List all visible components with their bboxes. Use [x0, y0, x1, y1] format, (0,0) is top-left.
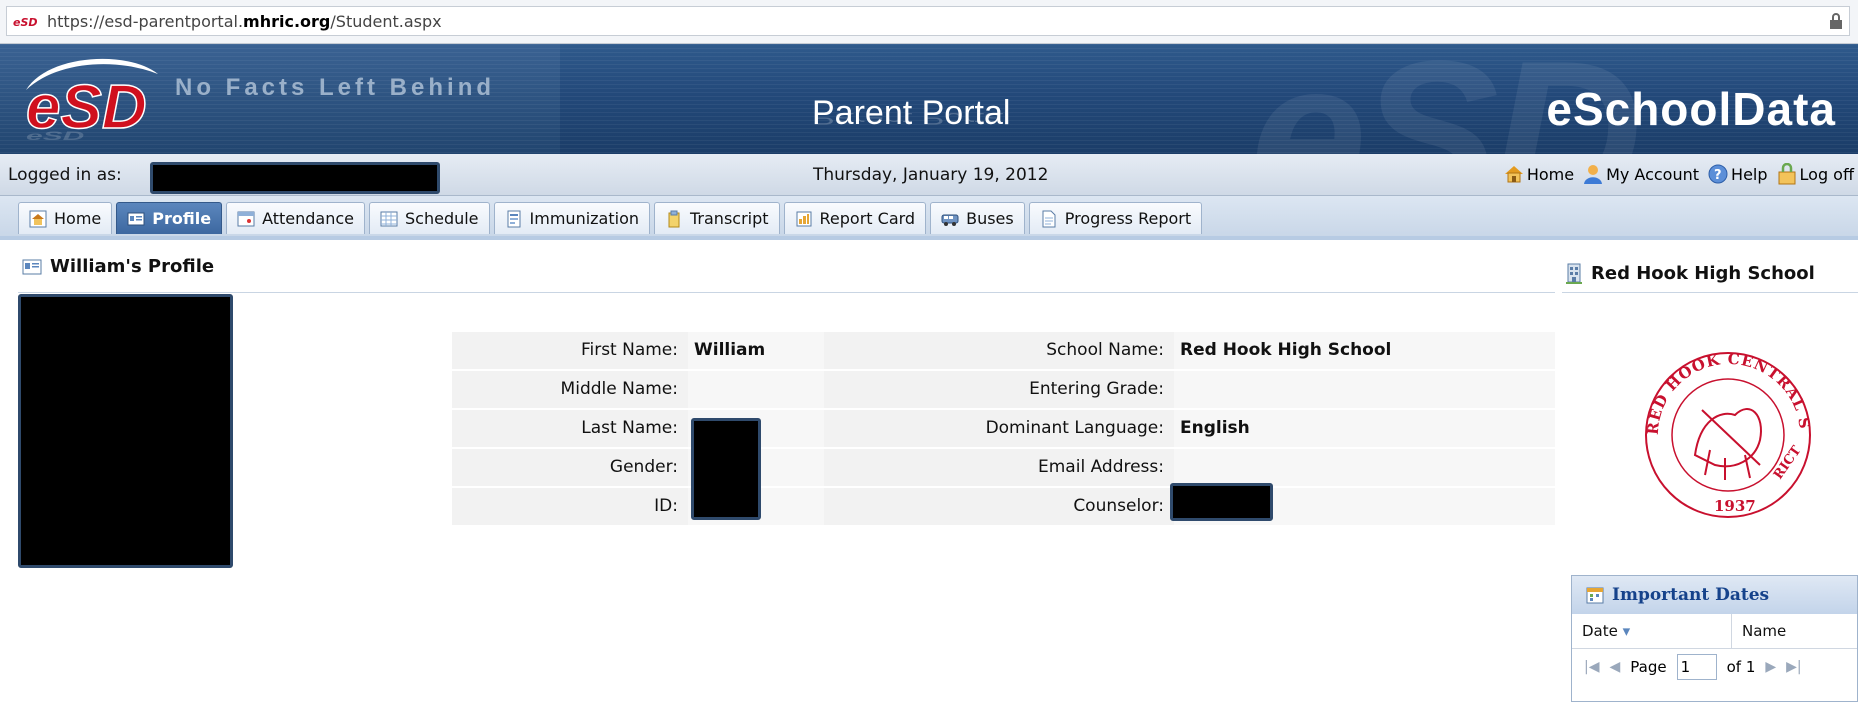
school-seal-logo: RED HOOK CENTRAL SCHOOL DIST RICT 1937 [1640, 330, 1814, 518]
id-label: ID: [452, 488, 688, 525]
school-name-label: School Name: [824, 332, 1174, 369]
account-icon [1584, 165, 1603, 184]
tab-report-card[interactable]: Report Card [783, 202, 927, 234]
sort-arrow-icon: ▾ [1622, 622, 1631, 640]
profile-row: Gender: Email Address: [452, 447, 1555, 486]
schedule-icon [380, 211, 398, 226]
middle-name-label: Middle Name: [452, 371, 688, 408]
profile-heading: William's Profile [22, 256, 214, 277]
bus-icon [941, 214, 959, 226]
school-name-value: Red Hook High School [1174, 332, 1555, 369]
tab-immunization[interactable]: Immunization [493, 202, 650, 234]
portal-title-reflection: Parent Portal [812, 109, 1011, 128]
attendance-icon [237, 211, 255, 226]
calendar-icon [1586, 587, 1604, 604]
email-address-label: Email Address: [824, 449, 1174, 486]
tab-progress-report[interactable]: Progress Report [1028, 202, 1203, 234]
redacted-username [150, 162, 440, 194]
esd-logo[interactable]: eSD eSD [18, 52, 163, 144]
profile-card-icon [127, 212, 145, 225]
gender-label: Gender: [452, 449, 688, 486]
browser-address-bar: eSD https://esd-parentportal.mhric.org/S… [0, 0, 1858, 44]
tab-attendance[interactable]: Attendance [226, 202, 365, 234]
dominant-language-label: Dominant Language: [824, 410, 1174, 447]
help-icon: ? [1708, 164, 1728, 184]
building-icon [1566, 263, 1582, 284]
profile-row: Last Name: Dominant Language: English [452, 408, 1555, 447]
school-divider [1562, 292, 1858, 293]
logged-in-label: Logged in as: [8, 165, 122, 185]
redacted-student-details [691, 418, 761, 520]
brand-name: eSchoolData [1546, 83, 1836, 135]
next-page-icon[interactable]: ▶ [1765, 659, 1776, 675]
tab-bar: Home Profile Attendance Schedule Immuniz… [0, 196, 1858, 240]
prev-page-icon[interactable]: ◀ [1609, 659, 1620, 675]
home-icon [1504, 166, 1523, 183]
page-number-input[interactable] [1676, 654, 1717, 680]
site-favicon: eSD [13, 16, 38, 29]
column-header-date[interactable]: Date ▾ [1572, 614, 1732, 648]
tab-buses[interactable]: Buses [930, 202, 1025, 234]
transcript-icon [668, 210, 680, 227]
top-link-help[interactable]: ? Help [1707, 163, 1768, 185]
profile-row: First Name: William School Name: Red Hoo… [452, 330, 1555, 369]
important-dates-header: Important Dates [1572, 576, 1857, 614]
top-link-my-account[interactable]: My Account [1582, 163, 1699, 185]
counselor-label: Counselor: [824, 488, 1174, 525]
redacted-counselor [1170, 483, 1273, 521]
top-link-log-off[interactable]: Log off [1776, 163, 1854, 185]
immunization-icon [507, 210, 521, 227]
report-card-icon [796, 211, 812, 226]
tab-schedule[interactable]: Schedule [369, 202, 490, 234]
svg-text:RED HOOK CENTRAL SCHOOL DIST: RED HOOK CENTRAL SCHOOL DIST [1640, 330, 1814, 435]
home-icon [29, 210, 47, 227]
school-heading: Red Hook High School [1565, 262, 1815, 284]
student-photo-redacted [18, 294, 233, 568]
site-banner: eSD eSD eSD No Facts Left Behind Parent … [0, 44, 1858, 154]
profile-row: Middle Name: Entering Grade: [452, 369, 1555, 408]
profile-details-grid: First Name: William School Name: Red Hoo… [452, 330, 1555, 525]
url-text[interactable]: https://esd-parentportal.mhric.org/Stude… [47, 12, 442, 31]
first-name-label: First Name: [452, 332, 688, 369]
last-name-label: Last Name: [452, 410, 688, 447]
column-header-name[interactable]: Name [1732, 614, 1786, 648]
first-name-value: William [688, 332, 824, 369]
banner-tagline: No Facts Left Behind [175, 74, 496, 101]
logoff-icon [1778, 163, 1796, 185]
top-links: Home My Account ? Help Log off [1503, 163, 1854, 185]
important-dates-columns: Date ▾ Name [1572, 614, 1857, 649]
important-dates-panel: Important Dates Date ▾ Name |◀ ◀ Page of… [1571, 575, 1858, 702]
tab-profile[interactable]: Profile [116, 202, 223, 234]
pager: |◀ ◀ Page of 1 ▶ ▶| [1572, 649, 1857, 685]
first-page-icon[interactable]: |◀ [1584, 659, 1599, 675]
dominant-language-value: English [1174, 410, 1555, 447]
svg-text:1937: 1937 [1714, 497, 1756, 515]
last-page-icon[interactable]: ▶| [1786, 659, 1801, 675]
entering-grade-value [1174, 371, 1555, 408]
profile-row: ID: Counselor: [452, 486, 1555, 525]
lock-icon [1830, 13, 1842, 29]
email-address-value [1174, 449, 1555, 486]
url-field[interactable]: eSD https://esd-parentportal.mhric.org/S… [6, 6, 1850, 36]
info-bar: Logged in as: Thursday, January 19, 2012… [0, 154, 1858, 196]
profile-card-icon [22, 259, 42, 274]
top-link-home[interactable]: Home [1503, 163, 1574, 185]
middle-name-value [688, 371, 824, 408]
svg-text:eSD: eSD [26, 129, 84, 143]
current-date: Thursday, January 19, 2012 [813, 165, 1049, 185]
entering-grade-label: Entering Grade: [824, 371, 1174, 408]
tab-transcript[interactable]: Transcript [654, 202, 780, 234]
svg-text:?: ? [1714, 168, 1722, 183]
progress-report-icon [1042, 210, 1056, 227]
profile-divider [18, 292, 1555, 293]
tab-home[interactable]: Home [18, 202, 113, 234]
